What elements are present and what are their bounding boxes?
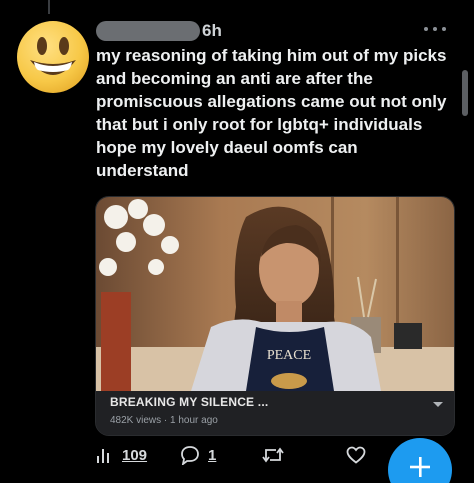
video-title[interactable]: BREAKING MY SILENCE ... [110, 395, 268, 409]
more-dot [433, 27, 437, 31]
reply-icon [181, 446, 199, 465]
video-stats: 482K views · 1 hour ago [110, 415, 218, 426]
tweet-text: my reasoning of taking him out of my pic… [96, 46, 447, 180]
compose-button[interactable] [388, 438, 452, 483]
bar-chart-icon [97, 449, 109, 463]
chevron-down-icon[interactable] [432, 401, 444, 409]
tweet-header: 6h [96, 20, 222, 42]
retweet-icon [262, 447, 284, 463]
tweet-action-bar: 109 1 [96, 444, 376, 466]
like-action[interactable] [346, 444, 366, 466]
video-card-meta: BREAKING MY SILENCE ... 482K views · 1 h… [96, 391, 454, 435]
video-thumbnail[interactable]: PEACE [96, 197, 455, 391]
smiley-avatar-icon[interactable] [16, 20, 90, 94]
scrollbar-thumb[interactable] [462, 70, 468, 116]
video-card[interactable]: PEACE BREAKING MY SILENCE ... 482K views… [95, 196, 455, 436]
heart-icon [346, 446, 366, 464]
views-count: 109 [122, 446, 148, 464]
more-dot [424, 27, 428, 31]
more-dot [442, 27, 446, 31]
thread-connector-line [48, 0, 50, 14]
more-options-icon[interactable] [424, 27, 446, 33]
shirt-print-text: PEACE [267, 348, 311, 363]
redacted-display-name[interactable] [96, 21, 200, 41]
plus-icon [410, 457, 430, 477]
retweet-action[interactable] [262, 444, 284, 466]
reply-action[interactable]: 1 [180, 444, 216, 466]
views-action[interactable]: 109 [96, 444, 147, 466]
reply-count: 1 [208, 446, 217, 464]
tweet-timestamp[interactable]: 6h [202, 21, 222, 41]
